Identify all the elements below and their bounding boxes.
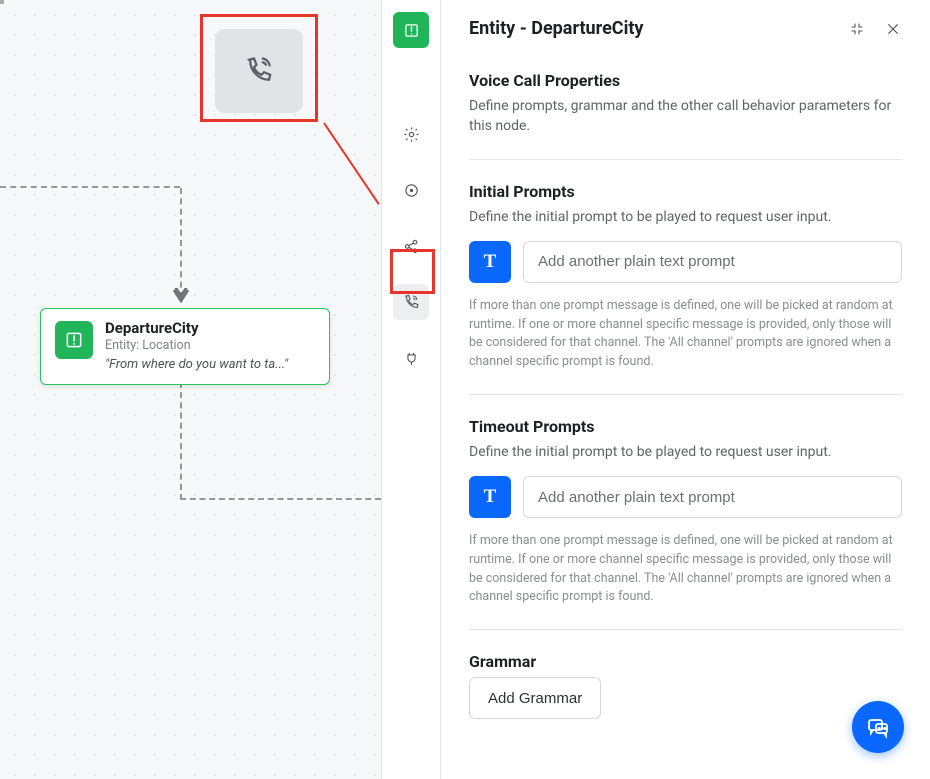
text-prompt-type-button[interactable]: T — [469, 476, 511, 518]
timeout-prompts-description: Define the initial prompt to be played t… — [469, 442, 902, 462]
divider — [469, 159, 902, 160]
rail-tab-settings[interactable] — [393, 116, 429, 152]
properties-panel: Entity - DepartureCity Voice Call Proper… — [441, 0, 930, 779]
divider — [469, 629, 902, 630]
entity-node-title: DepartureCity — [105, 319, 288, 337]
callout-box-large — [200, 14, 318, 122]
rail-tab-integrations[interactable] — [393, 340, 429, 376]
rail-tab-entity[interactable] — [393, 12, 429, 48]
initial-prompts-heading: Initial Prompts — [469, 182, 902, 201]
connector-line — [180, 498, 381, 500]
properties-rail — [381, 0, 441, 779]
timeout-prompt-input[interactable] — [523, 476, 902, 518]
connector-line — [0, 186, 180, 188]
initial-prompt-input[interactable] — [523, 241, 902, 283]
text-prompt-type-button[interactable]: T — [469, 241, 511, 283]
initial-prompts-note: If more than one prompt message is defin… — [469, 297, 902, 372]
grammar-heading: Grammar — [469, 652, 902, 671]
voice-icon-large — [215, 29, 303, 113]
initial-prompts-description: Define the initial prompt to be played t… — [469, 207, 902, 227]
entity-node-icon — [55, 321, 93, 359]
entity-node-subtitle: Entity: Location — [105, 338, 288, 353]
rail-tab-voice[interactable] — [393, 284, 429, 320]
flow-canvas[interactable]: DepartureCity Entity: Location "From whe… — [0, 0, 381, 779]
rail-tab-connections[interactable] — [393, 228, 429, 264]
voice-properties-heading: Voice Call Properties — [469, 71, 902, 90]
connector-arrow — [172, 288, 190, 309]
timeout-prompts-note: If more than one prompt message is defin… — [469, 532, 902, 607]
panel-header: Entity - DepartureCity — [441, 0, 930, 63]
connector-line — [180, 188, 182, 298]
close-icon[interactable] — [884, 20, 902, 38]
add-grammar-button[interactable]: Add Grammar — [469, 677, 601, 719]
panel-body[interactable]: Voice Call Properties Define prompts, gr… — [441, 63, 930, 774]
divider — [469, 394, 902, 395]
chat-help-fab[interactable] — [852, 701, 904, 753]
voice-properties-description: Define prompts, grammar and the other ca… — [469, 96, 902, 137]
entity-node-departure-city[interactable]: DepartureCity Entity: Location "From whe… — [40, 308, 330, 385]
entity-node-prompt: "From where do you want to ta..." — [105, 357, 288, 372]
panel-title: Entity - DepartureCity — [469, 18, 643, 39]
callout-connector — [323, 122, 379, 204]
rail-tab-record[interactable] — [393, 172, 429, 208]
connector-line — [180, 382, 182, 500]
timeout-prompts-heading: Timeout Prompts — [469, 417, 902, 436]
collapse-icon[interactable] — [848, 20, 866, 38]
